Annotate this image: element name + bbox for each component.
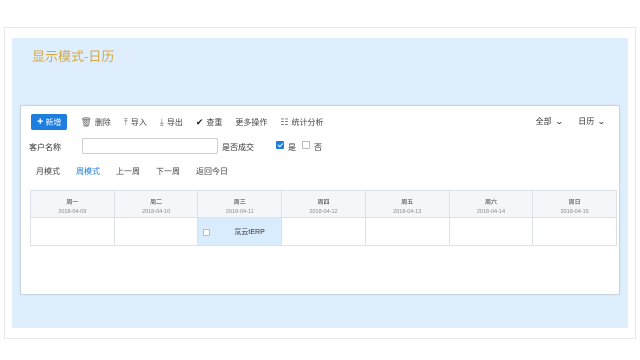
new-button[interactable]: + 新增: [31, 114, 68, 130]
main-panel: 显示模式-日历 + 新增 🗑︎ 删除 ⤒ 导入 ⤓ 导出 ✔ 查重 更多操作 ☷…: [12, 38, 628, 328]
day-cell[interactable]: [31, 218, 114, 245]
customer-name-input[interactable]: [82, 138, 218, 154]
day-header: 周二 2018-04-10: [113, 191, 198, 217]
more-actions-label: 更多操作: [235, 117, 268, 127]
filter-dropdown[interactable]: 全部 ⌄: [535, 116, 564, 127]
day-header: 周四 2018-04-12: [281, 191, 365, 217]
event-checkbox[interactable]: [203, 229, 211, 236]
yes-checkbox[interactable]: [276, 141, 284, 149]
check-icon: ✔: [195, 116, 204, 127]
delete-button-label: 删除: [94, 117, 111, 127]
new-button-label: 新增: [45, 117, 62, 127]
day-cell[interactable]: [281, 218, 365, 245]
today-button[interactable]: 返回今日: [196, 166, 228, 177]
day-cell[interactable]: [532, 218, 616, 245]
day-date: 2018-04-13: [393, 209, 422, 215]
day-date: 2018-04-12: [309, 209, 338, 215]
stats-button[interactable]: ☷ 统计分析: [280, 117, 323, 128]
query-button[interactable]: ✔ 查重: [196, 117, 223, 128]
stats-button-label: 统计分析: [291, 117, 324, 127]
upload-icon: ⤒: [123, 116, 128, 127]
export-button-label: 导出: [166, 117, 183, 127]
no-checkbox[interactable]: [302, 141, 310, 149]
trash-icon: 🗑︎: [80, 116, 92, 127]
day-name: 周六: [484, 200, 497, 206]
view-dropdown[interactable]: 日历 ⌄: [578, 116, 607, 127]
yes-label: 是: [288, 143, 296, 152]
day-date: 2018-04-14: [476, 209, 506, 215]
chevron-down-icon: ⌄: [554, 117, 564, 126]
calendar-header: 周一 2018-04-09 周二 2018-04-10 周三 2018-04-11 周…: [30, 190, 617, 218]
day-name: 周日: [568, 200, 581, 206]
calendar-body: 氚云tERP: [30, 218, 617, 246]
day-name: 周一: [66, 200, 79, 206]
day-date: 2018-04-10: [142, 209, 171, 215]
export-button[interactable]: ⤓ 导出: [160, 117, 183, 128]
day-cell[interactable]: [113, 218, 198, 245]
filter-dropdown-label: 全部: [535, 117, 552, 126]
no-label: 否: [314, 143, 322, 152]
day-name: 周二: [150, 200, 163, 206]
view-dropdown-label: 日历: [578, 117, 595, 126]
more-actions-button[interactable]: 更多操作: [235, 117, 267, 128]
day-name: 周三: [233, 200, 246, 206]
import-button-label: 导入: [130, 117, 147, 127]
deal-label: 是否成交: [222, 143, 254, 152]
day-header: 周六 2018-04-14: [448, 191, 533, 217]
download-icon: ⤓: [159, 116, 164, 127]
mode-row: 月模式 周模式 上一周 下一周 返回今日: [36, 166, 228, 177]
day-date: 2018-04-15: [560, 209, 589, 215]
calendar-card: + 新增 🗑︎ 删除 ⤒ 导入 ⤓ 导出 ✔ 查重 更多操作 ☷ 统计分析 全部…: [20, 105, 620, 295]
prev-week-button[interactable]: 上一周: [116, 166, 140, 177]
right-tools: 全部 ⌄ 日历 ⌄: [535, 116, 607, 127]
day-header: 周三 2018-04-11: [197, 191, 281, 217]
toolbar: + 新增 🗑︎ 删除 ⤒ 导入 ⤓ 导出 ✔ 查重 更多操作 ☷ 统计分析: [31, 114, 323, 130]
month-mode-tab[interactable]: 月模式: [36, 166, 60, 177]
chart-icon: ☷: [280, 116, 289, 127]
query-button-label: 查重: [206, 117, 223, 127]
day-cell[interactable]: 氚云tERP: [197, 218, 282, 245]
plus-icon: +: [37, 115, 44, 128]
chevron-down-icon: ⌄: [597, 117, 607, 126]
day-date: 2018-04-11: [225, 209, 254, 215]
day-header: 周日 2018-04-15: [532, 191, 616, 217]
day-date: 2018-04-09: [58, 209, 87, 215]
day-header: 周一 2018-04-09: [31, 191, 114, 217]
day-cell[interactable]: [364, 218, 449, 245]
week-mode-tab[interactable]: 周模式: [76, 166, 100, 177]
event-label[interactable]: 氚云tERP: [234, 227, 264, 237]
customer-name-label: 客户名称: [29, 143, 61, 152]
page-title: 显示模式-日历: [32, 49, 115, 64]
day-name: 周四: [317, 200, 330, 206]
day-cell[interactable]: [448, 218, 533, 245]
day-header: 周五 2018-04-13: [364, 191, 449, 217]
week-calendar: 周一 2018-04-09 周二 2018-04-10 周三 2018-04-11 周…: [30, 190, 617, 246]
filter-row: 客户名称 是否成交 是 否: [29, 137, 609, 155]
next-week-button[interactable]: 下一周: [156, 166, 180, 177]
day-name: 周五: [401, 200, 414, 206]
delete-button[interactable]: 🗑︎ 删除: [80, 117, 110, 128]
import-button[interactable]: ⤒ 导入: [124, 117, 147, 128]
